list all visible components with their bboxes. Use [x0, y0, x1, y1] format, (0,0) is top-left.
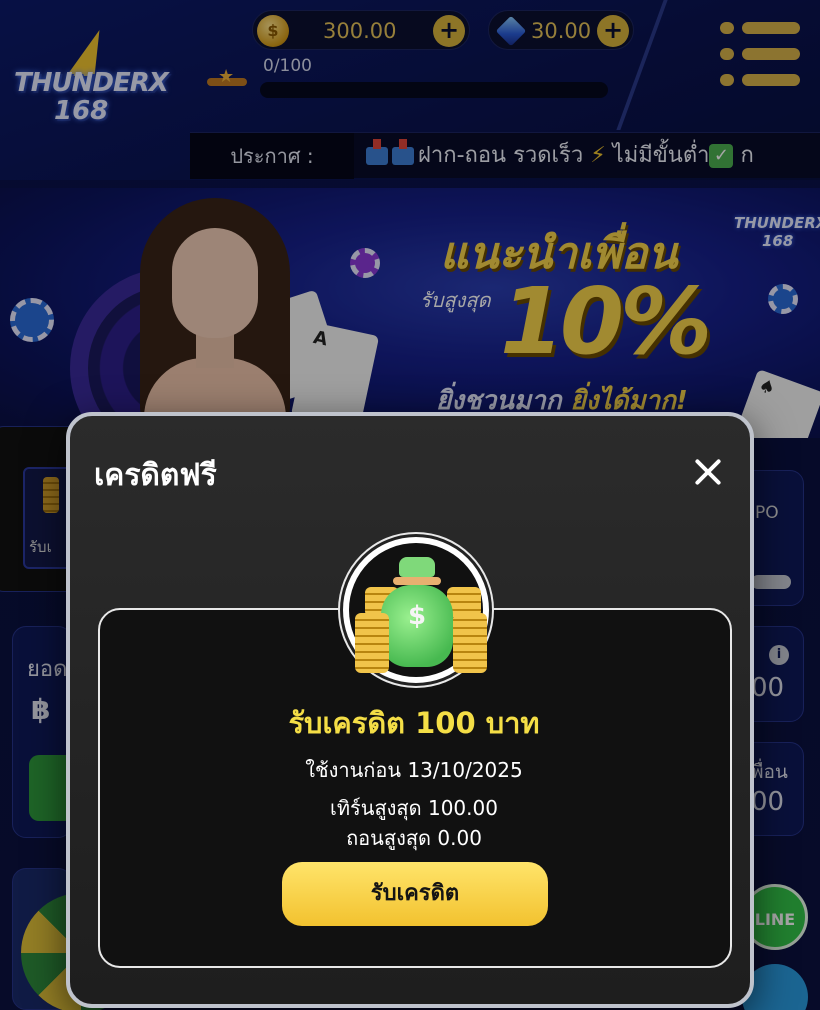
dollar-sign-icon: $	[407, 601, 427, 631]
coin-stack-icon	[453, 613, 487, 673]
coin-stack-icon	[355, 613, 389, 673]
money-bag-icon: $	[381, 557, 453, 667]
max-turnover: เทิร์นสูงสุด 100.00	[330, 796, 498, 820]
claim-credit-button[interactable]: รับเครดิต	[282, 862, 548, 926]
reward-title: รับเครดิต 100 บาท	[288, 706, 540, 740]
max-withdraw: ถอนสูงสุด 0.00	[346, 826, 482, 850]
free-credit-modal: เครดิตฟรี $ รับเครดิต 100 บาท ใช้งานก่อน…	[66, 412, 754, 1008]
close-icon[interactable]	[688, 452, 728, 492]
modal-title: เครดิตฟรี	[94, 458, 217, 493]
expiry-date: ใช้งานก่อน 13/10/2025	[305, 758, 523, 782]
money-bag-badge: $	[340, 534, 492, 686]
app-root: THUNDERX 168 $ 300.00 + 30.00 + ★ 0/100 …	[0, 0, 820, 1010]
